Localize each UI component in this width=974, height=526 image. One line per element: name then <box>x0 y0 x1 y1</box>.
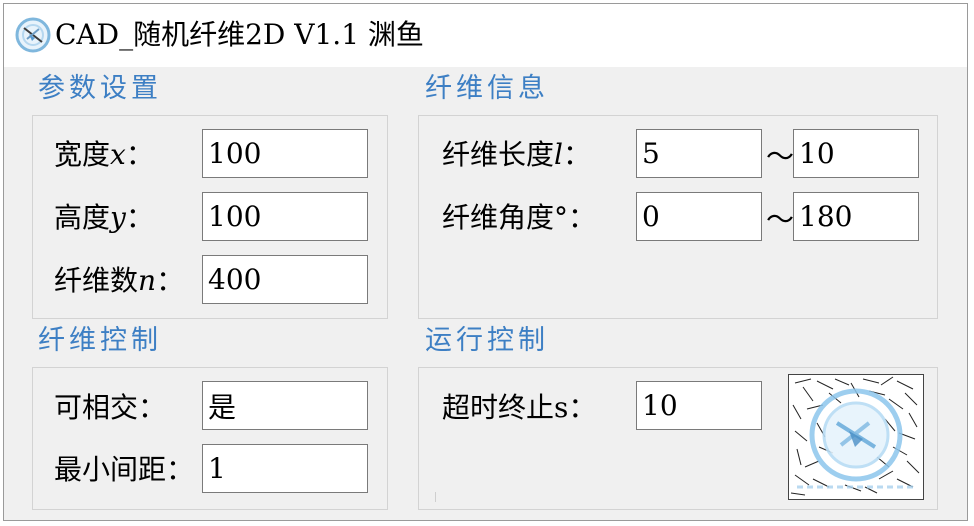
fiber-logo-svg <box>790 376 920 496</box>
fiber-angle-max-input[interactable] <box>793 192 919 241</box>
fiber-length-max-input[interactable] <box>793 129 919 178</box>
window-title: CAD_随机纤维2D V1.1 渊鱼 <box>55 18 424 51</box>
fiber-control-section-title: 纤维控制 <box>38 325 162 356</box>
divider-tick <box>435 492 436 502</box>
fiber-length-label: 纤维长度l： <box>442 138 591 171</box>
params-section-title: 参数设置 <box>38 73 162 104</box>
intersect-select[interactable] <box>202 381 368 430</box>
height-input[interactable] <box>202 192 368 241</box>
angle-range-separator: ～ <box>766 203 795 236</box>
fiber-angle-label: 纤维角度°： <box>442 201 597 234</box>
fiber-count-label: 纤维数n： <box>54 264 185 297</box>
height-label: 高度y： <box>54 201 154 234</box>
intersect-label: 可相交： <box>54 391 167 424</box>
min-gap-label: 最小间距： <box>54 453 195 486</box>
fiber-logo-image[interactable] <box>788 374 924 500</box>
width-label: 宽度x： <box>54 138 154 171</box>
title-bar: CAD_随机纤维2D V1.1 渊鱼 <box>4 4 967 67</box>
app-window: CAD_随机纤维2D V1.1 渊鱼 参数设置 宽度x： 高度y： 纤维数n： … <box>3 3 968 521</box>
length-range-separator: ～ <box>766 140 795 173</box>
timeout-label: 超时终止s： <box>442 391 597 424</box>
fiber-info-section-title: 纤维信息 <box>425 73 549 104</box>
fiber-length-min-input[interactable] <box>636 129 762 178</box>
fiber-count-input[interactable] <box>202 255 368 304</box>
timeout-input[interactable] <box>636 381 762 430</box>
min-gap-input[interactable] <box>202 444 368 493</box>
width-input[interactable] <box>202 129 368 178</box>
run-control-section-title: 运行控制 <box>425 325 549 356</box>
app-logo-icon <box>15 17 51 53</box>
fiber-angle-min-input[interactable] <box>636 192 762 241</box>
